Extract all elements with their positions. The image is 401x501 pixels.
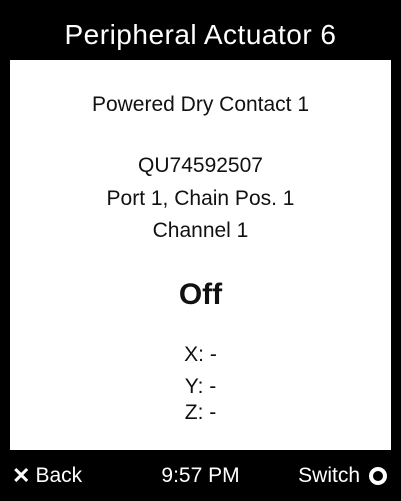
port-chain-position: Port 1, Chain Pos. 1 [106, 187, 295, 210]
detail-panel: Powered Dry Contact 1 QU74592507 Port 1,… [10, 60, 391, 450]
serial-number: QU74592507 [138, 154, 263, 177]
device-name: Powered Dry Contact 1 [91, 93, 310, 116]
circle-icon [369, 467, 387, 485]
switch-button[interactable]: Switch [298, 462, 387, 490]
actuator-state: Off [178, 278, 223, 311]
y-coordinate: Y: - [184, 375, 217, 398]
page-title: Peripheral Actuator 6 [10, 10, 391, 60]
switch-label: Switch [298, 464, 360, 487]
softkey-bar: ✕ Back 9:57 PM Switch [10, 450, 391, 501]
z-coordinate: Z: - [184, 401, 217, 424]
device-screen-frame: Peripheral Actuator 6 Powered Dry Contac… [0, 0, 401, 501]
x-coordinate: X: - [184, 343, 217, 366]
channel-label: Channel 1 [152, 219, 249, 242]
